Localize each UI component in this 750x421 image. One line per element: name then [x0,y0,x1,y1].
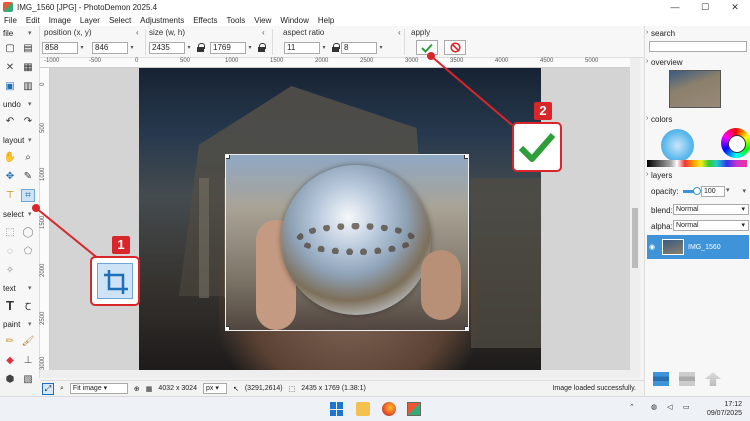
crop-icon [104,270,128,294]
callout-2-leader [430,55,513,126]
callout-crop-tool: 1 [90,236,140,306]
step-1-badge: 1 [112,236,130,254]
callout-2-pin [427,52,435,60]
callout-1-pin [32,204,40,212]
callout-1-leader [35,207,101,261]
crop-tool-zoomed [97,263,133,299]
annotation-lines [35,55,513,261]
callout-apply-button: 2 [512,102,562,172]
step-2-badge: 2 [534,102,552,120]
checkmark-icon [518,133,556,162]
